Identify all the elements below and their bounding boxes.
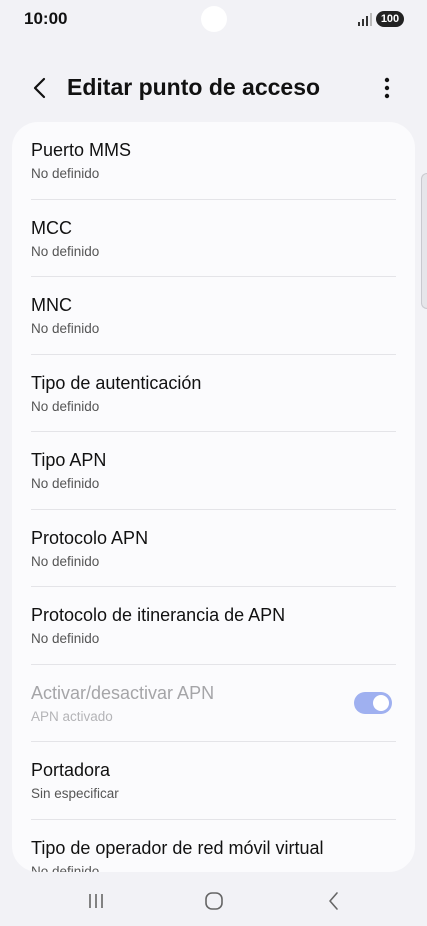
home-icon — [205, 892, 223, 910]
toggle-knob — [373, 694, 389, 711]
setting-row-mcc[interactable]: MCC No definido — [31, 200, 396, 277]
battery-indicator: 100 — [376, 11, 404, 27]
setting-row-auth-type[interactable]: Tipo de autenticación No definido — [31, 355, 396, 432]
setting-row-apn-enable: Activar/desactivar APN APN activado — [31, 665, 396, 742]
setting-value: No definido — [31, 321, 100, 336]
nav-back-button[interactable] — [314, 886, 354, 916]
setting-value: No definido — [31, 553, 100, 569]
page-title: Editar punto de acceso — [67, 74, 321, 100]
setting-value: No definido — [31, 631, 100, 646]
status-time: 10:00 — [24, 9, 68, 28]
camera-cutout — [201, 6, 227, 32]
setting-row-apn-roaming-protocol[interactable]: Protocolo de itinerancia de APN No defin… — [31, 587, 396, 665]
back-icon — [329, 892, 338, 910]
recents-icon — [89, 894, 103, 908]
setting-title: Protocolo APN — [31, 527, 149, 548]
setting-row-puerto-mms[interactable]: Puerto MMS No definido — [31, 122, 396, 200]
setting-title: Activar/desactivar APN — [31, 682, 215, 703]
setting-row-apn-protocol[interactable]: Protocolo APN No definido — [31, 510, 396, 587]
setting-title: MCC — [31, 217, 72, 238]
home-button[interactable] — [194, 886, 234, 916]
app-bar: Editar punto de acceso — [0, 60, 427, 116]
setting-row-apn-type[interactable]: Tipo APN No definido — [31, 432, 396, 510]
setting-row-bearer[interactable]: Portadora Sin especificar — [31, 742, 396, 820]
navigation-bar — [0, 876, 427, 926]
setting-value: No definido — [31, 863, 100, 873]
setting-title: Tipo de autenticación — [31, 372, 202, 393]
setting-title: Protocolo de itinerancia de APN — [31, 605, 286, 625]
back-button[interactable] — [24, 72, 56, 104]
setting-value: No definido — [31, 166, 100, 181]
setting-title: Tipo de operador de red móvil virtual — [31, 837, 324, 858]
recents-button[interactable] — [76, 886, 116, 916]
more-options-button[interactable] — [372, 72, 402, 104]
setting-value: No definido — [31, 243, 100, 259]
setting-title: Tipo APN — [31, 450, 107, 470]
more-vertical-icon — [384, 77, 390, 99]
setting-row-mvno-type[interactable]: Tipo de operador de red móvil virtual No… — [31, 820, 396, 873]
setting-value: No definido — [31, 398, 100, 414]
setting-value: APN activado — [31, 708, 113, 724]
settings-card: Puerto MMS No definido MCC No definido M… — [12, 122, 415, 872]
setting-value: Sin especificar — [31, 786, 119, 801]
setting-title: MNC — [31, 295, 72, 315]
setting-title: Puerto MMS — [31, 140, 132, 160]
setting-title: Portadora — [31, 760, 111, 780]
scrollbar[interactable] — [421, 173, 427, 309]
chevron-left-icon — [33, 77, 46, 99]
signal-bars-icon — [358, 13, 372, 26]
status-bar: 10:00 100 — [0, 0, 427, 40]
apn-enable-toggle — [354, 691, 392, 714]
setting-row-mnc[interactable]: MNC No definido — [31, 277, 396, 355]
setting-value: No definido — [31, 476, 100, 491]
